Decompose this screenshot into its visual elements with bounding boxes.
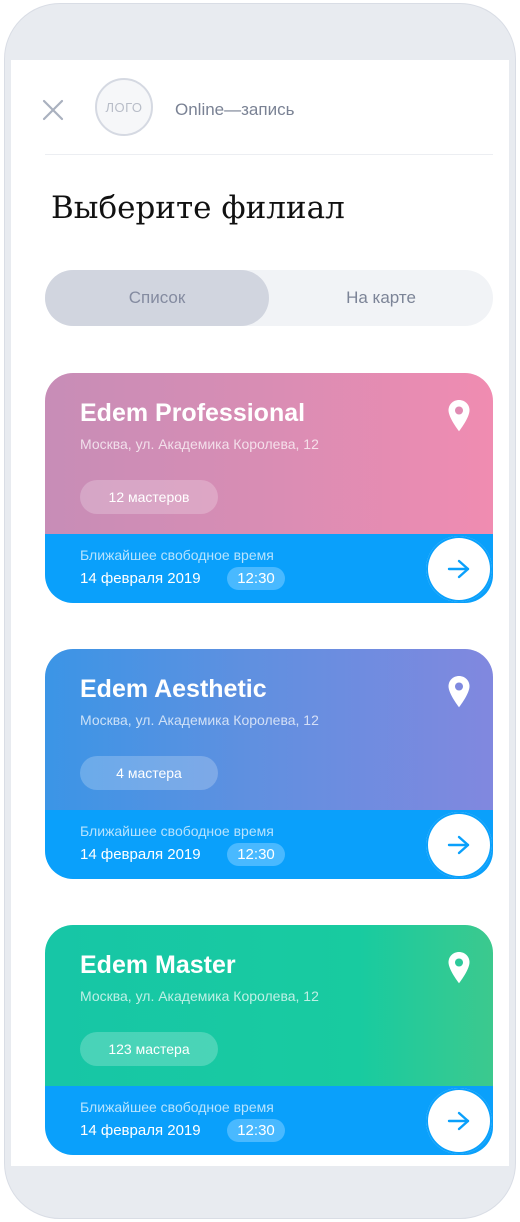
open-branch-button[interactable] — [426, 812, 492, 878]
screen: ЛОГО Online—запись Выберите филиал Списо… — [11, 60, 509, 1166]
next-slot-label: Ближайшее свободное время — [80, 823, 274, 839]
close-button[interactable] — [39, 96, 67, 124]
next-slot-label: Ближайшее свободное время — [80, 1099, 274, 1115]
logo: ЛОГО — [95, 78, 153, 136]
branch-card[interactable]: Edem Master Москва, ул. Академика Короле… — [45, 925, 493, 1155]
next-slot-label: Ближайшее свободное время — [80, 547, 274, 563]
branch-card-header: Edem Professional Москва, ул. Академика … — [45, 373, 493, 534]
masters-count-badge: 123 мастера — [80, 1032, 218, 1066]
branch-card-header: Edem Master Москва, ул. Академика Короле… — [45, 925, 493, 1086]
open-branch-button[interactable] — [426, 1088, 492, 1154]
masters-count-badge: 12 мастеров — [80, 480, 218, 514]
next-slot-time: 12:30 — [227, 567, 285, 590]
branch-name: Edem Master — [80, 951, 236, 979]
close-icon — [42, 99, 64, 121]
arrow-right-icon — [447, 559, 470, 579]
header-divider — [45, 154, 493, 155]
branch-address: Москва, ул. Академика Королева, 12 — [80, 988, 319, 1004]
branch-card[interactable]: Edem Professional Москва, ул. Академика … — [45, 373, 493, 603]
branch-address: Москва, ул. Академика Королева, 12 — [80, 436, 319, 452]
next-slot-date: 14 февраля 2019 — [80, 1122, 201, 1139]
branch-address: Москва, ул. Академика Королева, 12 — [80, 712, 319, 728]
next-slot-time: 12:30 — [227, 1119, 285, 1142]
page-title: Выберите филиал — [51, 190, 345, 226]
map-pin-icon[interactable] — [447, 399, 471, 433]
phone-frame: ЛОГО Online—запись Выберите филиал Списо… — [4, 3, 516, 1219]
masters-count-badge: 4 мастера — [80, 756, 218, 790]
header: ЛОГО Online—запись — [11, 60, 509, 156]
open-branch-button[interactable] — [426, 536, 492, 602]
map-pin-icon[interactable] — [447, 951, 471, 985]
branch-card-header: Edem Aesthetic Москва, ул. Академика Кор… — [45, 649, 493, 810]
next-slot-date: 14 февраля 2019 — [80, 570, 201, 587]
header-title: Online—запись — [175, 100, 295, 119]
tab-list[interactable]: Список — [45, 270, 269, 326]
branch-name: Edem Aesthetic — [80, 675, 267, 703]
next-slot-date: 14 февраля 2019 — [80, 846, 201, 863]
map-pin-icon[interactable] — [447, 675, 471, 709]
branch-name: Edem Professional — [80, 399, 306, 427]
branch-card[interactable]: Edem Aesthetic Москва, ул. Академика Кор… — [45, 649, 493, 879]
arrow-right-icon — [447, 835, 470, 855]
arrow-right-icon — [447, 1111, 470, 1131]
view-switcher: Список На карте — [45, 270, 493, 326]
tab-map[interactable]: На карте — [269, 270, 493, 326]
next-slot-time: 12:30 — [227, 843, 285, 866]
